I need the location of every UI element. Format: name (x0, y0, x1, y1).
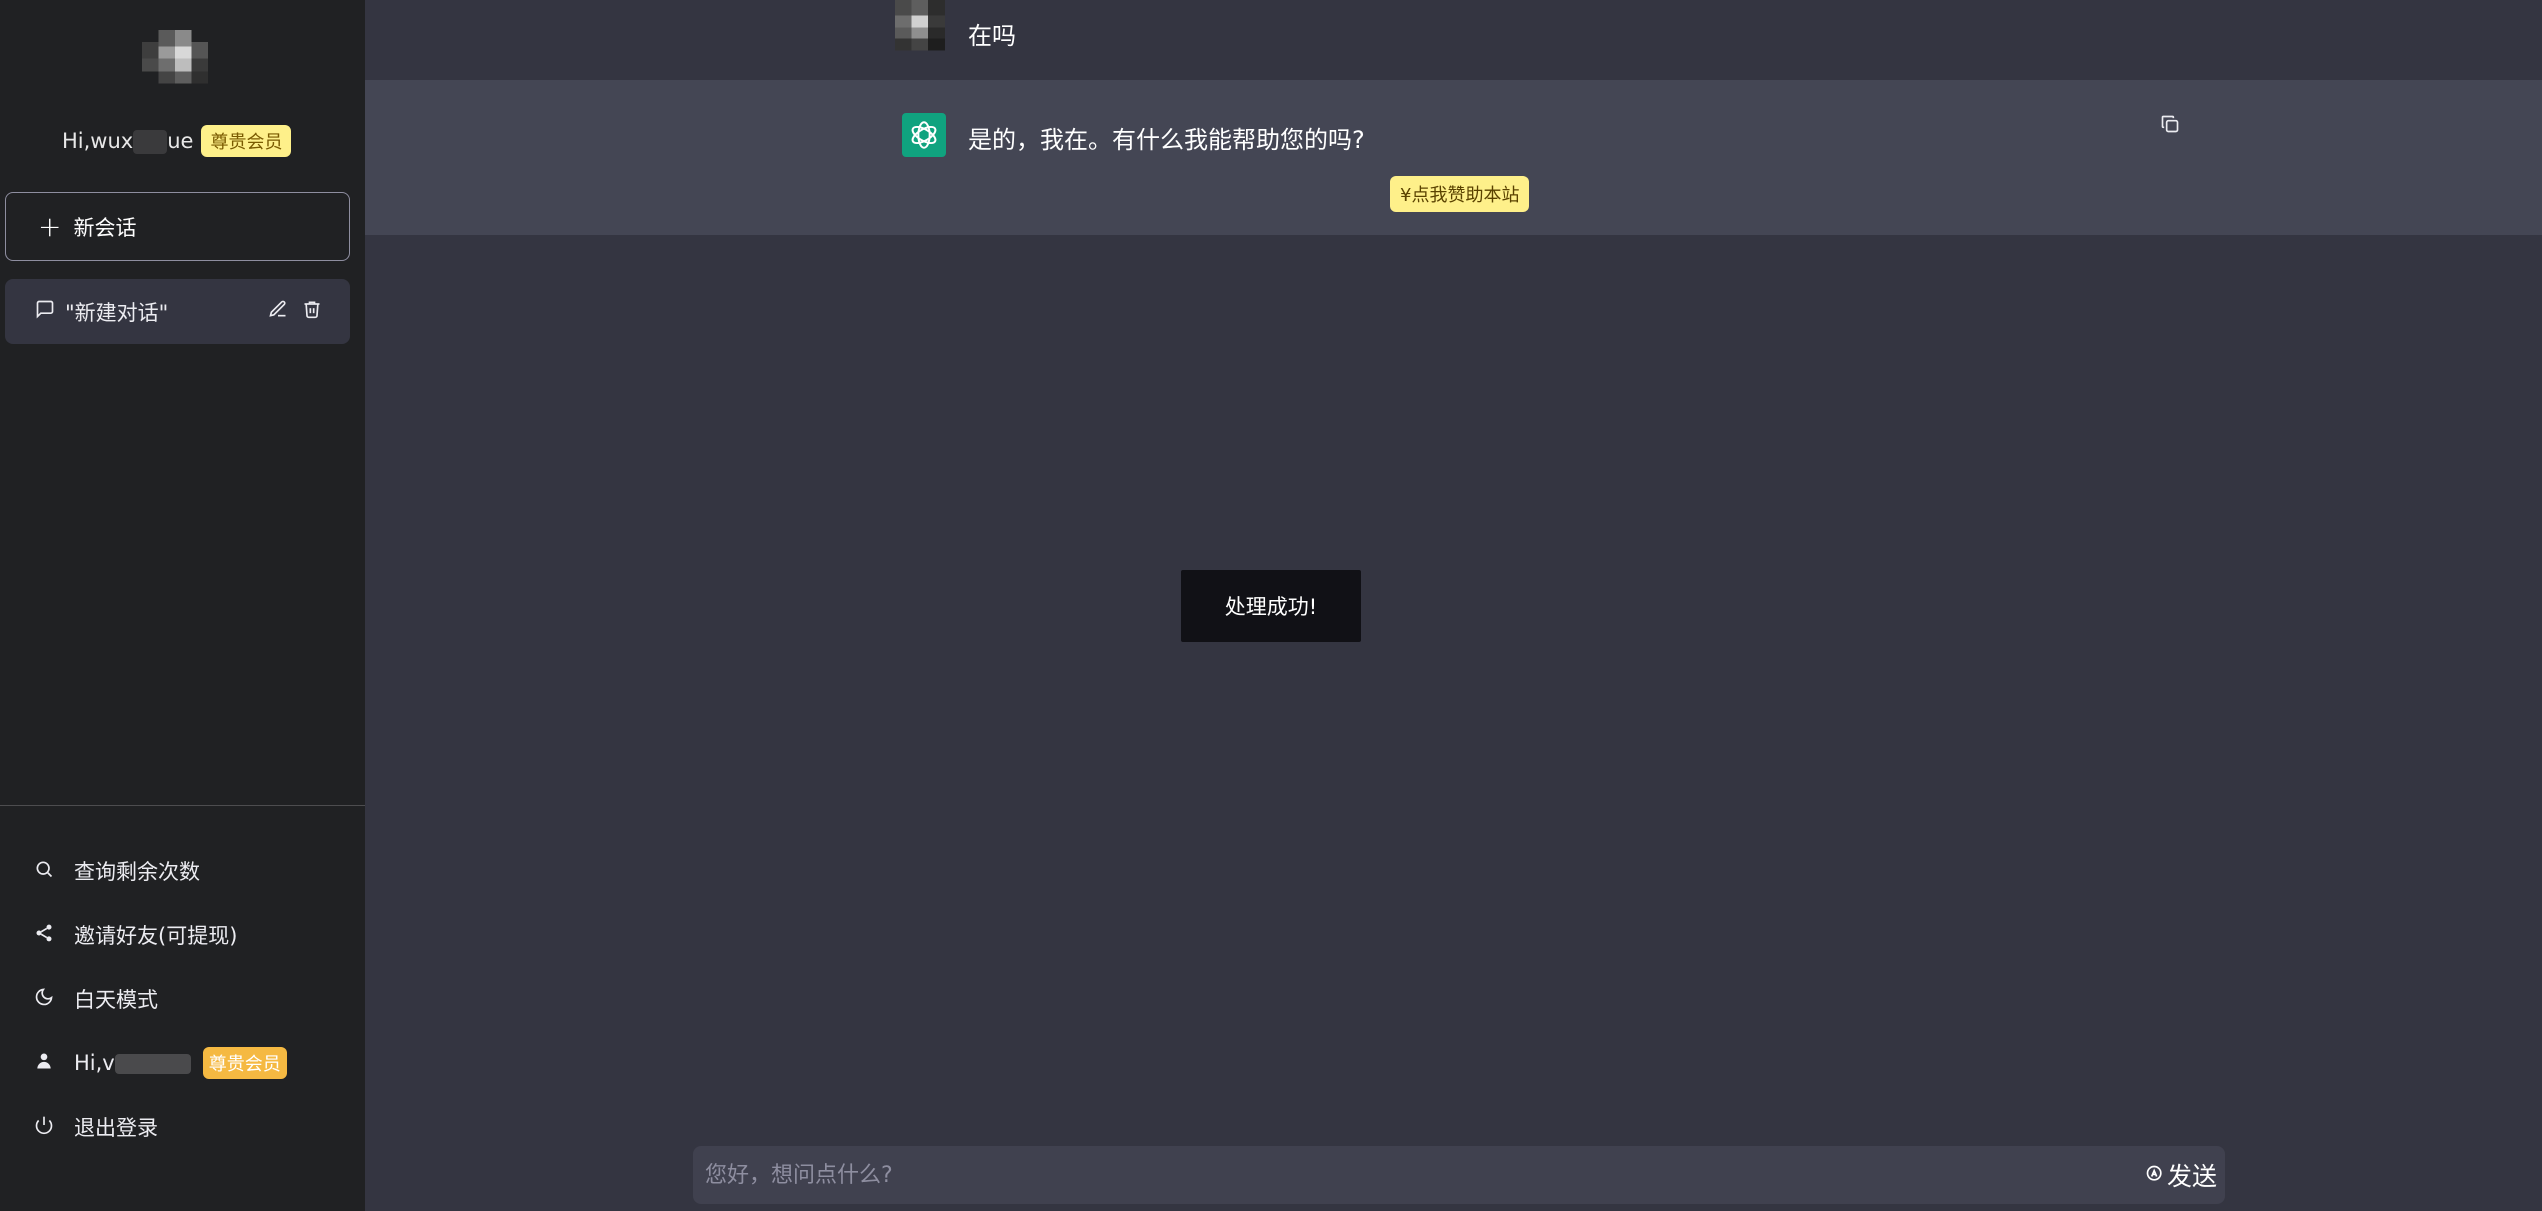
conversation-title: "新建对话" (65, 300, 169, 325)
vip-badge: 尊贵会员 (201, 125, 292, 157)
menu-user-redacted (114, 1054, 191, 1074)
power-icon (34, 1115, 54, 1140)
vip-badge-orange: 尊贵会员 (202, 1047, 287, 1079)
edit-icon[interactable] (268, 299, 288, 324)
send-button[interactable]: 发送 (2145, 1157, 2225, 1193)
send-icon (2145, 1161, 2165, 1190)
user-info: Hi,wux ue 尊贵会员 (62, 124, 292, 158)
menu-invite-friends-label: 邀请好友(可提现) (74, 924, 238, 948)
message-input[interactable] (705, 1162, 2145, 1188)
moon-icon (34, 987, 54, 1012)
sidebar: Hi,wux ue 尊贵会员 + 新会话 "新建对话" 查询剩余次数 邀请好友(… (0, 0, 365, 1211)
menu-day-mode[interactable]: 白天模式 (34, 979, 158, 1019)
avatar[interactable] (142, 30, 208, 96)
donate-button[interactable]: ¥点我赞助本站 (1390, 176, 1530, 212)
menu-invite-friends[interactable]: 邀请好友(可提现) (34, 915, 237, 955)
user-message-row: 在吗 (365, 0, 2542, 80)
copy-icon[interactable] (2156, 110, 2184, 138)
menu-user[interactable]: Hi,v 尊贵会员 (34, 1043, 287, 1083)
menu-query-remaining[interactable]: 查询剩余次数 (34, 851, 200, 891)
chat-main: 在吗 是的，我在。有什么我能帮助您的吗? ¥点我赞助本站 处理成功! 您好，想问… (365, 0, 2542, 1211)
menu-user-label: Hi,v (74, 1051, 191, 1075)
user-name-redacted (133, 129, 168, 154)
menu-user-greeting: Hi,v (74, 1051, 115, 1075)
user-icon (34, 1051, 54, 1076)
app-window: Hi,wux ue 尊贵会员 + 新会话 "新建对话" 查询剩余次数 邀请好友(… (0, 0, 2542, 1211)
composer: 发送 (693, 1146, 2225, 1204)
menu-logout-label: 退出登录 (74, 1116, 158, 1140)
menu-logout[interactable]: 退出登录 (34, 1107, 158, 1147)
bot-message-row: 是的，我在。有什么我能帮助您的吗? ¥点我赞助本站 (365, 80, 2542, 235)
menu-day-mode-label: 白天模式 (74, 988, 158, 1012)
menu-query-remaining-label: 查询剩余次数 (74, 860, 200, 884)
sidebar-divider (0, 805, 365, 806)
user-avatar (895, 0, 945, 62)
new-chat-button[interactable]: + 新会话 (5, 192, 350, 261)
conversation-actions (268, 279, 322, 344)
conversation-item[interactable]: "新建对话" (5, 279, 350, 344)
plus-icon: + (38, 209, 62, 243)
send-label: 发送 (2166, 1162, 2217, 1191)
user-name: Hi,wux ue (62, 129, 193, 154)
user-name-prefix: Hi,wux (62, 128, 134, 153)
share-icon (34, 923, 54, 948)
chat-bubble-icon (35, 299, 55, 324)
bot-message-text: 是的，我在。有什么我能帮助您的吗? (968, 126, 1365, 154)
openai-logo-icon (902, 113, 946, 157)
success-toast: 处理成功! (1181, 570, 1361, 642)
new-chat-label: 新会话 (73, 215, 137, 240)
user-message-text: 在吗 (968, 22, 1016, 50)
search-icon (34, 859, 54, 884)
user-name-suffix: ue (167, 128, 194, 153)
trash-icon[interactable] (302, 299, 322, 324)
